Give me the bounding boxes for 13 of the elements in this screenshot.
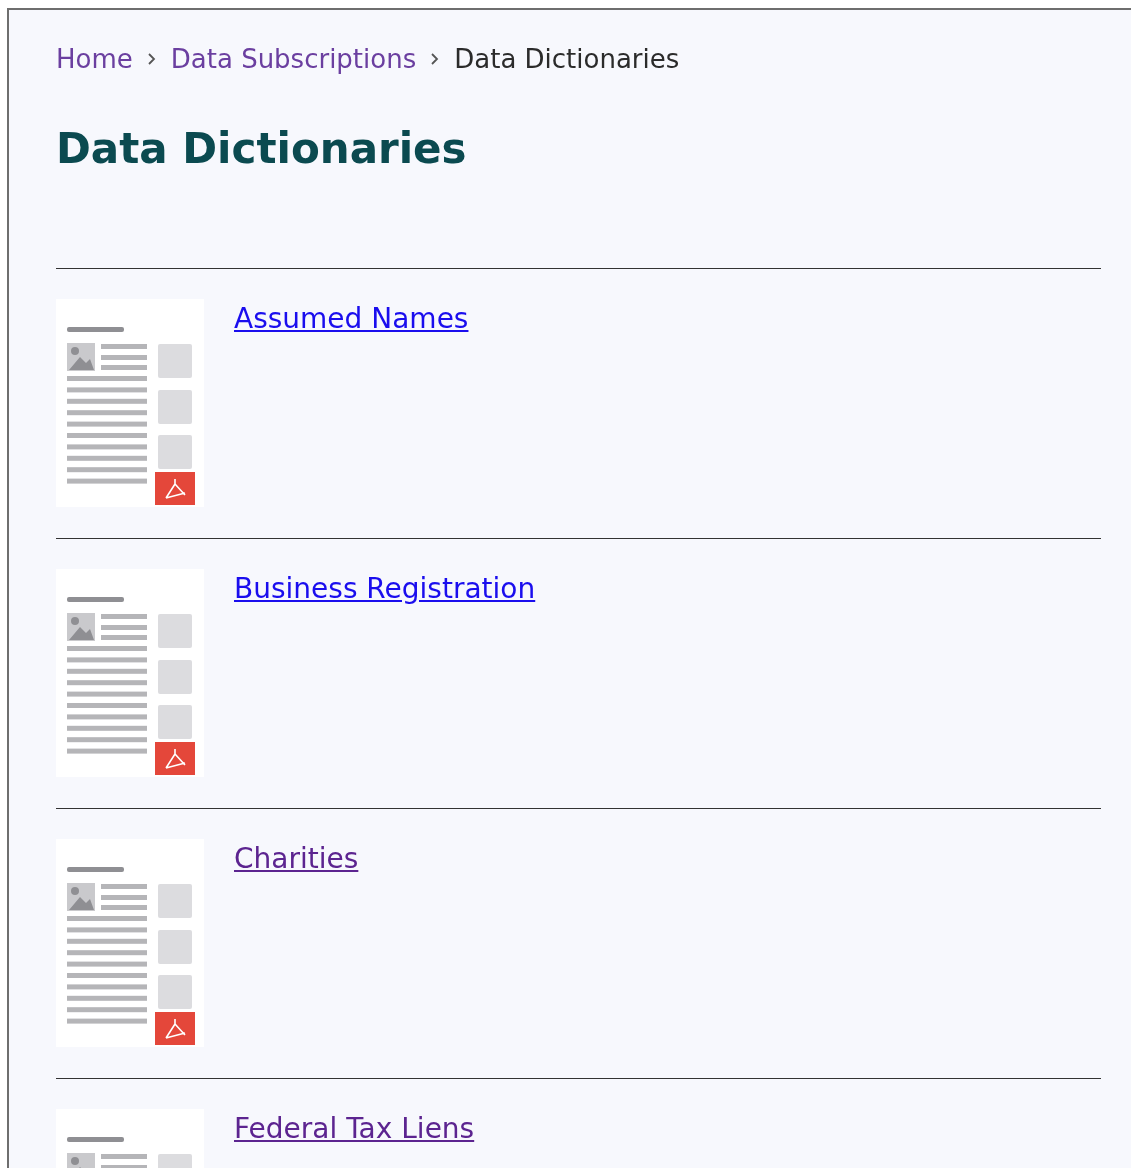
chevron-right-icon [146, 52, 157, 66]
document-link[interactable]: Business Registration [234, 572, 536, 606]
document-thumbnail-drawing[interactable] [56, 839, 204, 1048]
document-link[interactable]: Charities [234, 842, 359, 876]
document-thumbnail-drawing[interactable] [56, 299, 204, 508]
breadcrumb-link[interactable]: Home [56, 44, 133, 74]
chevron-right-icon [430, 52, 441, 66]
document-thumbnail-drawing[interactable] [56, 569, 204, 778]
document-link[interactable]: Assumed Names [234, 302, 469, 336]
breadcrumb-current: Data Dictionaries [454, 44, 680, 74]
breadcrumb-link[interactable]: Data Subscriptions [170, 44, 417, 74]
document-link[interactable]: Federal Tax Liens [234, 1112, 475, 1146]
page-title: Data Dictionaries [56, 124, 468, 175]
